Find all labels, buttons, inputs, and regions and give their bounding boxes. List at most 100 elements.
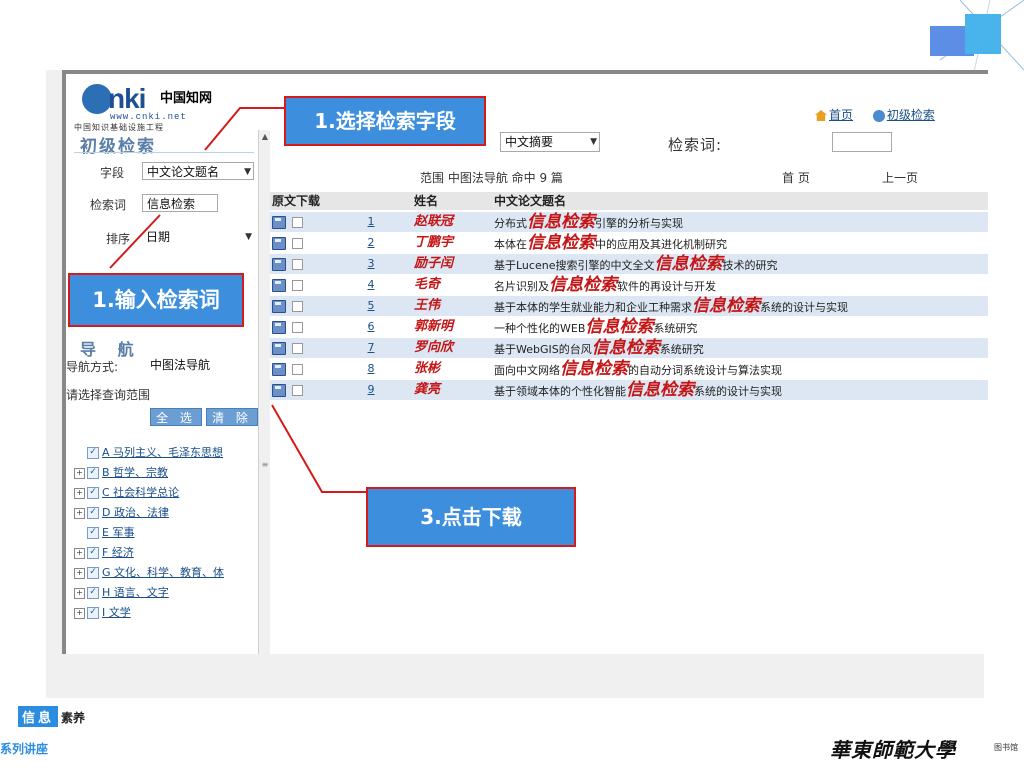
result-keyword-input[interactable] [832,132,892,152]
result-field-value: 中文摘要 [505,135,554,149]
download-icon[interactable] [272,342,286,355]
download-cell [270,254,330,274]
row-number-link[interactable]: 2 [364,233,378,253]
first-page-link[interactable]: 首 页 [782,169,810,186]
field-select[interactable]: 中文论文题名 ▼ [142,162,254,180]
row-checkbox[interactable] [292,238,303,249]
paper-title-link[interactable]: 基于领域本体的个性化智能信息检索系统的设计与实现 [494,380,782,402]
row-number-link[interactable]: 5 [364,296,378,316]
expand-icon[interactable]: + [74,487,85,499]
expand-icon[interactable]: + [74,467,85,479]
title-highlight: 信息检索 [692,296,760,316]
category-label[interactable]: I 文学 [102,606,131,619]
category-checkbox[interactable]: ✓ [87,447,99,459]
category-item[interactable]: ✓ A 马列主义、毛泽东思想 [74,444,223,460]
category-item[interactable]: ✓ E 军事 [74,524,134,540]
category-label[interactable]: B 哲学、宗教 [102,466,168,479]
row-number-link[interactable]: 4 [364,275,378,295]
category-label[interactable]: C 社会科学总论 [102,486,179,499]
category-label[interactable]: A 马列主义、毛泽东思想 [102,446,223,459]
category-checkbox[interactable]: ✓ [87,467,99,479]
title-suffix: 系统的设计与实现 [694,385,782,398]
category-label[interactable]: F 经济 [102,546,134,559]
basic-search-title: 初级检索 [80,137,156,157]
category-item[interactable]: + ✓ F 经济 [74,544,134,560]
clear-button[interactable]: 清 除 [206,408,258,426]
row-number-link[interactable]: 1 [364,212,378,232]
author-name[interactable]: 龚亮 [414,380,440,400]
row-number-link[interactable]: 8 [364,359,378,379]
category-item[interactable]: + ✓ G 文化、科学、教育、体 [74,564,224,580]
category-label[interactable]: E 军事 [102,526,134,539]
row-checkbox[interactable] [292,343,303,354]
paper-title-link[interactable]: 基于本体的学生就业能力和企业工种需求信息检索系统的设计与实现 [494,296,848,318]
download-cell [270,380,330,400]
expand-icon[interactable]: + [74,607,85,619]
author-name[interactable]: 丁鹏宇 [414,233,453,253]
title-suffix: 系统的设计与实现 [760,301,848,314]
expand-icon[interactable]: + [74,507,85,519]
category-item[interactable]: + ✓ C 社会科学总论 [74,484,179,500]
title-prefix: 名片识别及 [494,280,549,293]
category-item[interactable]: + ✓ H 语言、文字 [74,584,169,600]
prev-page-link[interactable]: 上一页 [882,169,918,186]
download-icon[interactable] [272,363,286,376]
category-checkbox[interactable]: ✓ [87,527,99,539]
category-label[interactable]: D 政治、法律 [102,506,169,519]
category-checkbox[interactable]: ✓ [87,567,99,579]
row-number-link[interactable]: 9 [364,380,378,400]
download-icon[interactable] [272,279,286,292]
select-all-button[interactable]: 全 选 [150,408,202,426]
author-name[interactable]: 张彬 [414,359,440,379]
row-checkbox[interactable] [292,217,303,228]
row-checkbox[interactable] [292,259,303,270]
author-name[interactable]: 毛奇 [414,275,440,295]
row-number-link[interactable]: 7 [364,338,378,358]
author-name[interactable]: 赵联冠 [414,212,453,232]
category-item[interactable]: + ✓ B 哲学、宗教 [74,464,168,480]
row-number-link[interactable]: 6 [364,317,378,337]
category-checkbox[interactable]: ✓ [87,507,99,519]
category-label[interactable]: H 语言、文字 [102,586,169,599]
result-field-select[interactable]: 中文摘要 ▼ [500,132,600,152]
paper-title-link[interactable]: 本体在信息检索中的应用及其进化机制研究 [494,233,727,255]
download-icon[interactable] [272,384,286,397]
paper-title-link[interactable]: 基于WebGIS的台风信息检索系统研究 [494,338,704,360]
category-checkbox[interactable]: ✓ [87,487,99,499]
author-name[interactable]: 王伟 [414,296,440,316]
category-label[interactable]: G 文化、科学、教育、体 [102,566,224,579]
download-icon[interactable] [272,300,286,313]
nav-mode-select[interactable]: 中图法导航 [146,356,256,374]
paper-title-link[interactable]: 一种个性化的WEB信息检索系统研究 [494,317,697,339]
download-icon[interactable] [272,321,286,334]
home-link[interactable]: 首页 [829,108,853,122]
sort-select-value: 日期 [146,230,171,244]
download-icon[interactable] [272,258,286,271]
author-name[interactable]: 励子闰 [414,254,453,274]
keyword-input[interactable]: 信息检索 [142,194,218,212]
paper-title-link[interactable]: 名片识别及信息检索软件的再设计与开发 [494,275,716,297]
row-checkbox[interactable] [292,385,303,396]
paper-title-link[interactable]: 基于Lucene搜索引擎的中文全文信息检索技术的研究 [494,254,777,276]
author-name[interactable]: 郭新明 [414,317,453,337]
row-checkbox[interactable] [292,322,303,333]
paper-title-link[interactable]: 分布式信息检索引擎的分析与实现 [494,212,683,234]
row-checkbox[interactable] [292,364,303,375]
category-item[interactable]: + ✓ D 政治、法律 [74,504,169,520]
expand-icon[interactable]: + [74,547,85,559]
download-icon[interactable] [272,216,286,229]
expand-icon[interactable]: + [74,587,85,599]
row-number-link[interactable]: 3 [364,254,378,274]
expand-icon[interactable]: + [74,567,85,579]
basic-search-link[interactable]: 初级检索 [887,108,935,122]
category-checkbox[interactable]: ✓ [87,547,99,559]
sort-select[interactable]: 日期 ▼ [142,228,254,246]
category-checkbox[interactable]: ✓ [87,607,99,619]
row-checkbox[interactable] [292,301,303,312]
row-checkbox[interactable] [292,280,303,291]
paper-title-link[interactable]: 面向中文网络信息检索的自动分词系统设计与算法实现 [494,359,782,381]
category-checkbox[interactable]: ✓ [87,587,99,599]
download-icon[interactable] [272,237,286,250]
category-item[interactable]: + ✓ I 文学 [74,604,131,620]
author-name[interactable]: 罗向欣 [414,338,453,358]
